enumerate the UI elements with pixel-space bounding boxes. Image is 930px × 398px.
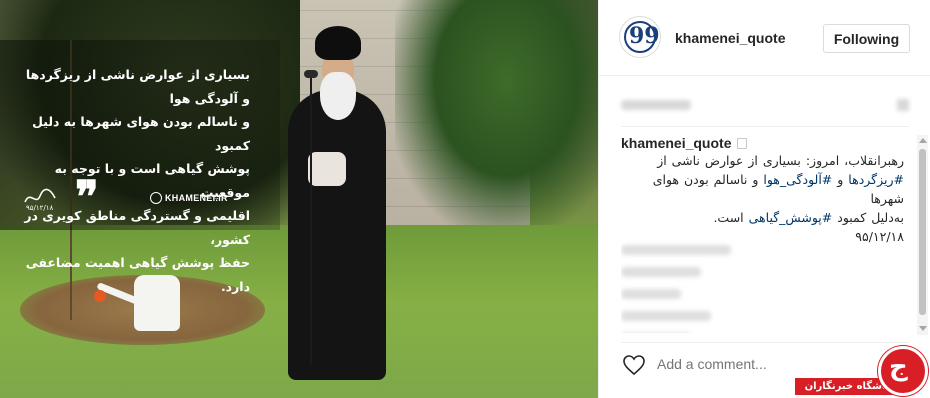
instagram-post-modal: بسیاری از عوارض ناشی از ریزگردها و آلودگ… <box>0 0 930 398</box>
avatar[interactable]: 99 <box>619 16 661 58</box>
standing-figure <box>282 20 390 380</box>
translate-icon <box>737 138 747 149</box>
signature-mark: ۹۵/۱۲/۱۸ <box>24 188 56 212</box>
microphone-stand <box>310 75 312 365</box>
post-side-panel: 99 khamenei_quote Following khamenei_quo… <box>598 0 930 398</box>
heart-icon[interactable] <box>622 353 646 377</box>
quote-mark-icon: 99 <box>629 23 660 49</box>
caption-username[interactable]: khamenei_quote <box>621 135 731 151</box>
image-brand: KHAMENEI.IR <box>150 192 228 204</box>
caption-text: رهبرانقلاب، امروز: بسیاری از عوارض ناشی … <box>621 151 904 246</box>
scroll-up-icon[interactable] <box>919 138 927 143</box>
scroll-thumb[interactable] <box>919 149 926 315</box>
hashtag-link[interactable]: #آلودگی_هوا <box>763 172 832 187</box>
post-photo[interactable]: بسیاری از عوارض ناشی از ریزگردها و آلودگ… <box>0 0 598 398</box>
microphone <box>304 70 318 78</box>
watermark-logo-icon: ج <box>889 352 908 382</box>
background-tree-right <box>395 0 598 230</box>
caption-date: ۹۵/۱۲/۱۸ <box>855 229 904 244</box>
blurred-likes-row <box>621 97 909 113</box>
more-icon <box>897 99 909 111</box>
comments-scrollbar[interactable] <box>917 135 928 335</box>
username-link[interactable]: khamenei_quote <box>675 30 785 46</box>
watering-can <box>134 275 180 331</box>
hashtag-link[interactable]: #ریزگردها <box>848 172 904 187</box>
blurred-comments <box>621 245 904 333</box>
quote-mark-icon: ❞ <box>75 172 99 223</box>
svg-text:۹۵/۱۲/۱۸: ۹۵/۱۲/۱۸ <box>26 204 54 212</box>
signature: ۹۵/۱۲/۱۸ <box>22 184 58 212</box>
scroll-down-icon[interactable] <box>919 326 927 331</box>
hashtag-link[interactable]: #پوشش_گیاهی <box>749 210 833 225</box>
post-header: 99 khamenei_quote Following <box>599 0 930 76</box>
following-button[interactable]: Following <box>823 24 910 53</box>
caption-and-comments: khamenei_quote رهبرانقلاب، امروز: بسیاری… <box>621 135 917 333</box>
image-quote-text: بسیاری از عوارض ناشی از ریزگردها و آلودگ… <box>24 67 250 294</box>
brand-logo-icon <box>150 192 162 204</box>
add-comment-input[interactable] <box>657 355 857 373</box>
